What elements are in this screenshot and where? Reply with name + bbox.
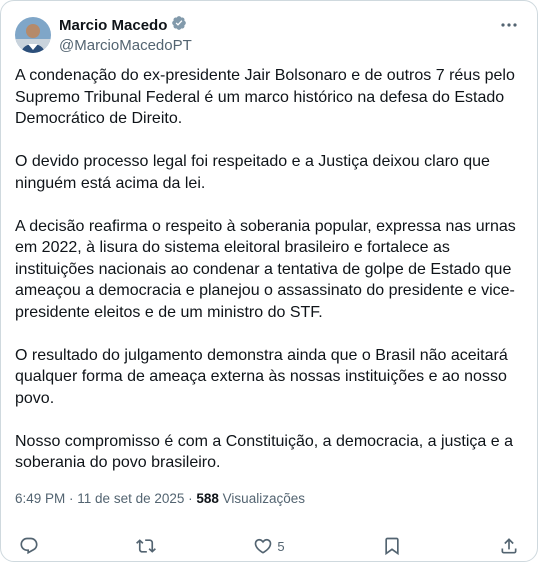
bookmark-icon (382, 536, 402, 556)
post-paragraph: A decisão reafirma o respeito à soberani… (15, 217, 516, 321)
post-paragraph: A condenação do ex-presidente Jair Bolso… (15, 67, 515, 127)
bookmark-button[interactable] (382, 536, 402, 556)
like-icon (253, 536, 273, 556)
verified-badge-icon (171, 15, 187, 36)
post-paragraph: Nosso compromisso é com a Constituição, … (15, 432, 513, 472)
reply-button[interactable] (19, 536, 39, 556)
repost-button[interactable] (136, 536, 157, 556)
more-options-icon[interactable] (499, 17, 519, 33)
views-label: Visualizações (222, 491, 305, 506)
share-icon (499, 536, 519, 556)
repost-icon (136, 536, 157, 556)
like-count: 5 (277, 538, 285, 554)
views-count: 588 (196, 491, 219, 506)
author-name-row: Marcio Macedo (59, 15, 192, 36)
author-handle[interactable]: @MarcioMacedoPT (59, 36, 192, 55)
post-text: A condenação do ex-presidente Jair Bolso… (15, 65, 520, 495)
post-date[interactable]: 11 de set de 2025 (77, 491, 184, 506)
post-paragraph: O resultado do julgamento demonstra aind… (15, 346, 508, 407)
share-button[interactable] (499, 536, 519, 556)
avatar[interactable] (15, 17, 51, 53)
post-meta: 6:49 PM · 11 de set de 2025 · 588 Visual… (15, 491, 305, 506)
meta-separator: · (184, 491, 197, 506)
like-button[interactable]: 5 (253, 536, 285, 556)
meta-separator: · (65, 491, 78, 506)
post-paragraph: O devido processo legal foi respeitado e… (15, 153, 490, 192)
action-bar: 5 (19, 535, 519, 557)
post-card: Marcio Macedo @MarcioMacedoPT A condenaç… (0, 0, 538, 562)
post-header: Marcio Macedo @MarcioMacedoPT (15, 15, 523, 55)
author-info: Marcio Macedo @MarcioMacedoPT (59, 15, 192, 55)
author-name[interactable]: Marcio Macedo (59, 16, 167, 35)
post-time[interactable]: 6:49 PM (15, 491, 65, 506)
reply-icon (19, 536, 39, 556)
